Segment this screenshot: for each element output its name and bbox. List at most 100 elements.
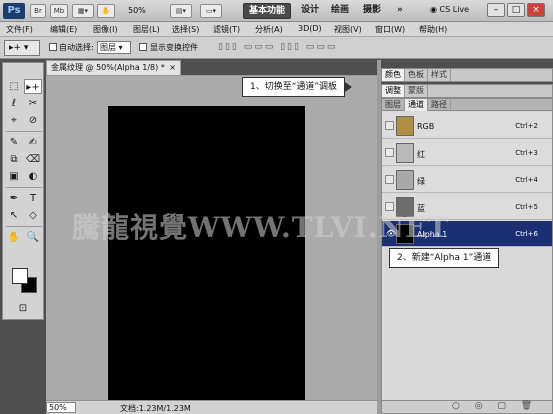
visibility-toggle-icon[interactable] [385,148,394,157]
dodge-tool-icon[interactable]: ◐ [24,169,42,184]
quick-mask-icon[interactable]: ⊡ [14,301,32,316]
auto-select-checkbox[interactable] [49,43,57,51]
view-extras-icon[interactable]: ▦▾ [72,4,94,18]
auto-select-label: 自动选择: [59,43,94,52]
options-bar: ▸+ ▾ 自动选择: 图层 ▾ 显示变换控件 ▯▯▯ ▭▭▭ ▯▯▯ ▭▭▭ [0,37,553,59]
canvas[interactable] [108,106,305,400]
quick-selection-tool-icon[interactable]: ✂ [24,96,42,111]
status-bar: 50% 文档:1.23M/1.23M [46,400,377,414]
tab-color[interactable]: 颜色 [382,69,405,81]
mini-bridge-button[interactable]: Mb [50,4,68,18]
crop-tool-icon[interactable]: ⌖ [5,113,23,128]
channel-name: 红 [417,150,425,159]
maximize-button[interactable]: □ [507,3,525,17]
channel-shortcut: Ctrl+4 [515,176,538,184]
bridge-button[interactable]: Br [30,4,46,18]
channel-thumbnail [396,116,414,136]
menu-layer[interactable]: 图层(L) [133,24,160,35]
brush-tool-icon[interactable]: ✍ [24,135,42,150]
channel-row[interactable]: 绿 Ctrl+4 [382,167,552,193]
menu-file[interactable]: 文件(F) [6,24,33,35]
eyedropper-tool-icon[interactable]: ⊘ [24,113,42,128]
channel-thumbnail [396,143,414,163]
channel-name: RGB [417,122,435,131]
callout-switch-channels: 1、切换至“通道”调板 [242,77,353,97]
pen-tool-icon[interactable]: ✒ [5,191,23,206]
color-panel-group: 颜色 色板 样式 [381,68,553,82]
more-workspaces-icon[interactable]: » [392,3,408,19]
adjustments-panel-group: 调整 蒙版 [381,84,553,98]
shape-tool-icon[interactable]: ◇ [24,208,42,223]
channel-row[interactable]: RGB Ctrl+2 [382,113,552,139]
show-transform-checkbox[interactable] [139,43,147,51]
tab-layers[interactable]: 图层 [382,99,405,111]
tab-paths[interactable]: 路径 [428,99,451,111]
close-document-icon[interactable]: × [169,61,176,75]
minimize-button[interactable]: – [487,3,505,17]
menu-analysis[interactable]: 分析(A) [255,24,283,35]
gradient-tool-icon[interactable]: ▣ [5,169,23,184]
healing-brush-tool-icon[interactable]: ✎ [5,135,23,150]
document-tab[interactable]: 金属纹理 @ 50%(Alpha 1/8) * × [46,60,181,75]
visibility-toggle-icon[interactable] [385,175,394,184]
menu-view[interactable]: 视图(V) [334,24,362,35]
tool-preset-picker[interactable]: ▸+ ▾ [4,40,40,56]
menu-window[interactable]: 窗口(W) [375,24,405,35]
tab-masks[interactable]: 蒙版 [405,85,428,97]
cs-live-label: CS Live [439,5,470,14]
eraser-tool-icon[interactable]: ⌫ [24,152,42,167]
close-button[interactable]: × [527,3,545,17]
tool-separator [6,226,42,227]
path-selection-tool-icon[interactable]: ↖ [5,208,23,223]
channels-panel-tabs: 图层 通道 路径 [382,99,552,111]
tool-separator [6,187,42,188]
marquee-tool-icon[interactable]: ⬚ [5,79,23,94]
callout-step1-text: 1、切换至“通道”调板 [250,82,338,92]
hand-zoom-icon[interactable]: ✋ [97,4,115,18]
visibility-toggle-icon[interactable] [385,121,394,130]
channel-shortcut: Ctrl+2 [515,122,538,130]
type-tool-icon[interactable]: T [24,191,42,206]
tab-swatches[interactable]: 色板 [405,69,428,81]
workspace-painting[interactable]: 绘画 [326,3,354,19]
document-size-info[interactable]: 文档:1.23M/1.23M [120,403,191,414]
workspace-design[interactable]: 设计 [296,3,324,19]
channel-shortcut: Ctrl+3 [515,149,538,157]
channel-row[interactable]: 红 Ctrl+3 [382,140,552,166]
lasso-tool-icon[interactable]: ℓ [5,96,23,111]
align-distribute-icons[interactable]: ▯▯▯ ▭▭▭ ▯▯▯ ▭▭▭ [218,42,337,52]
cs-live-button[interactable]: ◉ CS Live [430,5,469,14]
tools-panel: ▸+ ⬚ ℓ ✂ ⌖ ⊘ ✎ ✍ ⧉ ⌫ ▣ ◐ ✒ T ↖ ◇ ✋ 🔍 ⊡ [2,62,44,320]
channel-name: 绿 [417,177,425,186]
zoom-tool-icon[interactable]: 🔍 [24,230,42,245]
menu-3d[interactable]: 3D(D) [298,24,322,33]
screen-mode-icon[interactable]: ▭▾ [200,4,222,18]
workspace-essentials[interactable]: 基本功能 [243,3,292,19]
menu-edit[interactable]: 编辑(E) [50,24,77,35]
tab-styles[interactable]: 样式 [428,69,451,81]
foreground-color-swatch[interactable] [12,268,28,284]
menu-image[interactable]: 图像(I) [93,24,118,35]
tab-adjustments[interactable]: 调整 [382,85,405,97]
move-tool-icon[interactable]: ▸+ [24,79,42,94]
hand-tool-icon[interactable]: ✋ [5,230,23,245]
channels-footer[interactable]: ○ ◎ ▢ 🗑 [381,400,553,414]
cs-live-icon: ◉ [430,5,440,14]
document-title: 金属纹理 @ 50%(Alpha 1/8) * [51,63,165,72]
tool-separator [6,131,42,132]
arrange-docs-icon[interactable]: ▤▾ [170,4,192,18]
clone-stamp-tool-icon[interactable]: ⧉ [5,152,23,167]
show-transform-label: 显示变换控件 [150,43,198,52]
callout-new-alpha-channel: 2、新建“Alpha 1”通道 [389,248,500,268]
status-zoom-field[interactable]: 50% [46,402,76,413]
callout-step2-text: 2、新建“Alpha 1”通道 [397,253,492,263]
workspace-photography[interactable]: 摄影 [358,3,386,19]
menu-filter[interactable]: 滤镜(T) [213,24,240,35]
auto-select-dropdown[interactable]: 图层 ▾ [97,41,131,54]
auto-select-value: 图层 [100,43,116,52]
zoom-level[interactable]: 50% [128,6,146,15]
menu-bar: 文件(F) 编辑(E) 图像(I) 图层(L) 选择(S) 滤镜(T) 分析(A… [0,22,553,37]
menu-select[interactable]: 选择(S) [172,24,199,35]
menu-help[interactable]: 帮助(H) [419,24,447,35]
tab-channels[interactable]: 通道 [405,99,428,111]
